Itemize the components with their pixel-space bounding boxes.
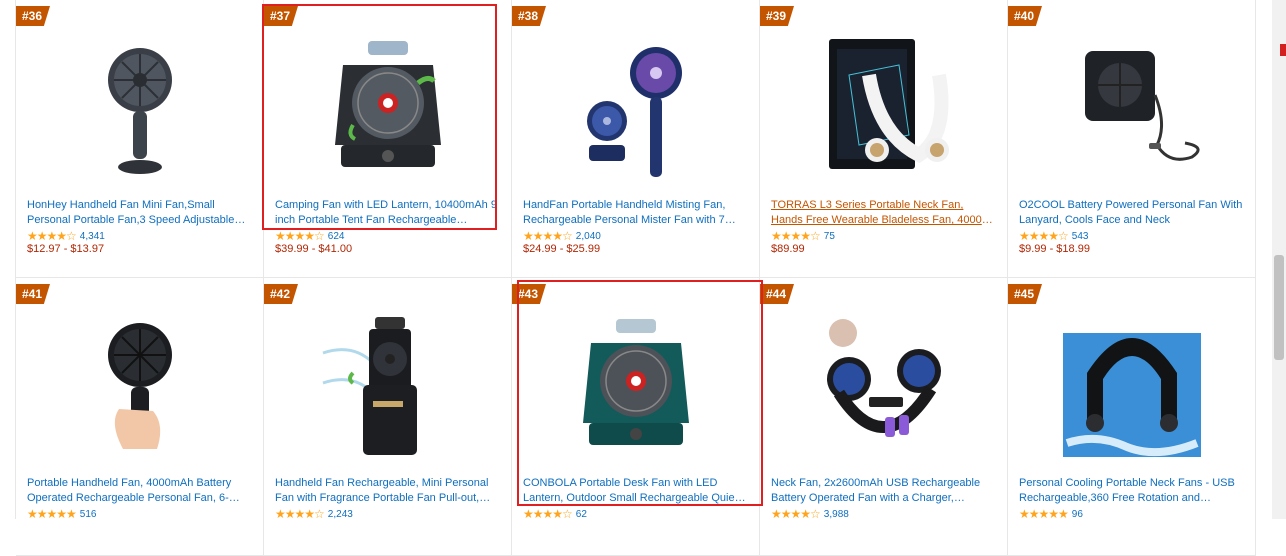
lanyard-fan-icon	[1084, 51, 1200, 161]
product-card-42[interactable]: #42 Handheld Fan Rechargeable, Mini Pers…	[264, 278, 512, 556]
product-image[interactable]	[1008, 30, 1255, 190]
product-card-37[interactable]: #37 Camping Fan with LED Lantern, 10400m…	[264, 0, 512, 278]
review-count[interactable]: 516	[80, 509, 97, 520]
product-image[interactable]	[512, 308, 759, 468]
rating-row[interactable]: ★★★★☆ 4,341	[27, 229, 105, 243]
product-image[interactable]	[760, 308, 1007, 468]
rating-row[interactable]: ★★★★☆ 624	[275, 229, 344, 243]
product-image[interactable]	[512, 30, 759, 190]
star-rating-icon: ★★★★☆	[771, 229, 821, 243]
neck-fan-icon	[1062, 333, 1201, 457]
handheld-fan-icon	[107, 323, 172, 449]
product-image[interactable]	[16, 308, 263, 468]
rank-badge: #40	[1008, 6, 1042, 26]
price: $89.99	[771, 243, 805, 255]
product-title[interactable]: HonHey Handheld Fan Mini Fan,Small Perso…	[27, 198, 251, 228]
product-image[interactable]	[264, 308, 511, 468]
product-card-40[interactable]: #40 O2COOL Battery Powered Personal Fan …	[1008, 0, 1256, 278]
product-card-38[interactable]: #38 HandFan Portable Handheld Misting Fa…	[512, 0, 760, 278]
camping-fan-icon	[334, 41, 441, 167]
product-title[interactable]: Portable Handheld Fan, 4000mAh Battery O…	[27, 476, 251, 506]
star-rating-icon: ★★★★☆	[27, 229, 77, 243]
star-rating-icon: ★★★★☆	[523, 229, 573, 243]
rank-badge: #43	[512, 284, 546, 304]
rank-badge: #38	[512, 6, 546, 26]
rank-badge: #41	[16, 284, 50, 304]
product-card-44[interactable]: #44 Neck Fan, 2x2600mAh USB Rechargeable…	[760, 278, 1008, 556]
product-title[interactable]: Camping Fan with LED Lantern, 10400mAh 9…	[275, 198, 499, 228]
price: $9.99 - $18.99	[1019, 243, 1090, 255]
scroll-marker	[1280, 44, 1286, 56]
rank-badge: #44	[760, 284, 794, 304]
star-rating-icon: ★★★★☆	[275, 229, 325, 243]
price: $39.99 - $41.00	[275, 243, 353, 255]
product-title[interactable]: TORRAS L3 Series Portable Neck Fan, Hand…	[771, 198, 995, 228]
product-grid: #36 HonHey Handheld Fan Mini Fan,Small P…	[15, 0, 1257, 556]
rank-badge: #42	[264, 284, 298, 304]
price: $12.97 - $13.97	[27, 243, 105, 255]
product-image[interactable]	[264, 30, 511, 190]
review-count[interactable]: 2,040	[576, 231, 601, 242]
handheld-fan-icon	[107, 48, 172, 174]
rating-row[interactable]: ★★★★☆ 2,040	[523, 229, 601, 243]
product-title[interactable]: O2COOL Battery Powered Personal Fan With…	[1019, 198, 1243, 228]
review-count[interactable]: 2,243	[328, 509, 353, 520]
pullout-fan-icon	[322, 317, 417, 455]
review-count[interactable]: 62	[576, 509, 587, 520]
review-count[interactable]: 96	[1072, 509, 1083, 520]
camping-fan-icon	[582, 319, 689, 445]
neck-fan-icon	[826, 319, 941, 437]
star-rating-icon: ★★★★☆	[1019, 229, 1069, 243]
vertical-scrollbar[interactable]	[1272, 0, 1286, 519]
rank-badge: #39	[760, 6, 794, 26]
product-title[interactable]: Handheld Fan Rechargeable, Mini Personal…	[275, 476, 499, 506]
misting-fan-icon	[586, 47, 682, 177]
rating-row[interactable]: ★★★★☆ 543	[1019, 229, 1088, 243]
product-image[interactable]	[760, 30, 1007, 190]
review-count[interactable]: 543	[1072, 231, 1089, 242]
product-image[interactable]	[16, 30, 263, 190]
product-title[interactable]: Personal Cooling Portable Neck Fans - US…	[1019, 476, 1243, 506]
review-count[interactable]: 624	[328, 231, 345, 242]
rank-badge: #45	[1008, 284, 1042, 304]
review-count[interactable]: 4,341	[80, 231, 105, 242]
product-title[interactable]: CONBOLA Portable Desk Fan with LED Lante…	[523, 476, 747, 506]
product-title[interactable]: HandFan Portable Handheld Misting Fan, R…	[523, 198, 747, 228]
review-count[interactable]: 75	[824, 231, 835, 242]
rank-badge: #36	[16, 6, 50, 26]
product-image[interactable]	[1008, 308, 1255, 468]
scrollbar-thumb[interactable]	[1274, 255, 1284, 360]
price: $24.99 - $25.99	[523, 243, 601, 255]
product-card-41[interactable]: #41 Portable Handheld Fan, 4000mAh Batte…	[16, 278, 264, 556]
product-title[interactable]: Neck Fan, 2x2600mAh USB Rechargeable Bat…	[771, 476, 995, 506]
neck-fan-icon	[828, 39, 949, 169]
rating-row[interactable]: ★★★★☆ 75	[771, 229, 835, 243]
product-card-39[interactable]: #39 TORRAS L3 Series Portable Neck Fan, …	[760, 0, 1008, 278]
product-card-36[interactable]: #36 HonHey Handheld Fan Mini Fan,Small P…	[16, 0, 264, 278]
product-card-45[interactable]: #45 Personal Cooling Portable Neck Fans …	[1008, 278, 1256, 556]
review-count[interactable]: 3,988	[824, 509, 849, 520]
product-card-43[interactable]: #43 CONBOLA Portable Desk Fan with LED L…	[512, 278, 760, 556]
rank-badge: #37	[264, 6, 298, 26]
